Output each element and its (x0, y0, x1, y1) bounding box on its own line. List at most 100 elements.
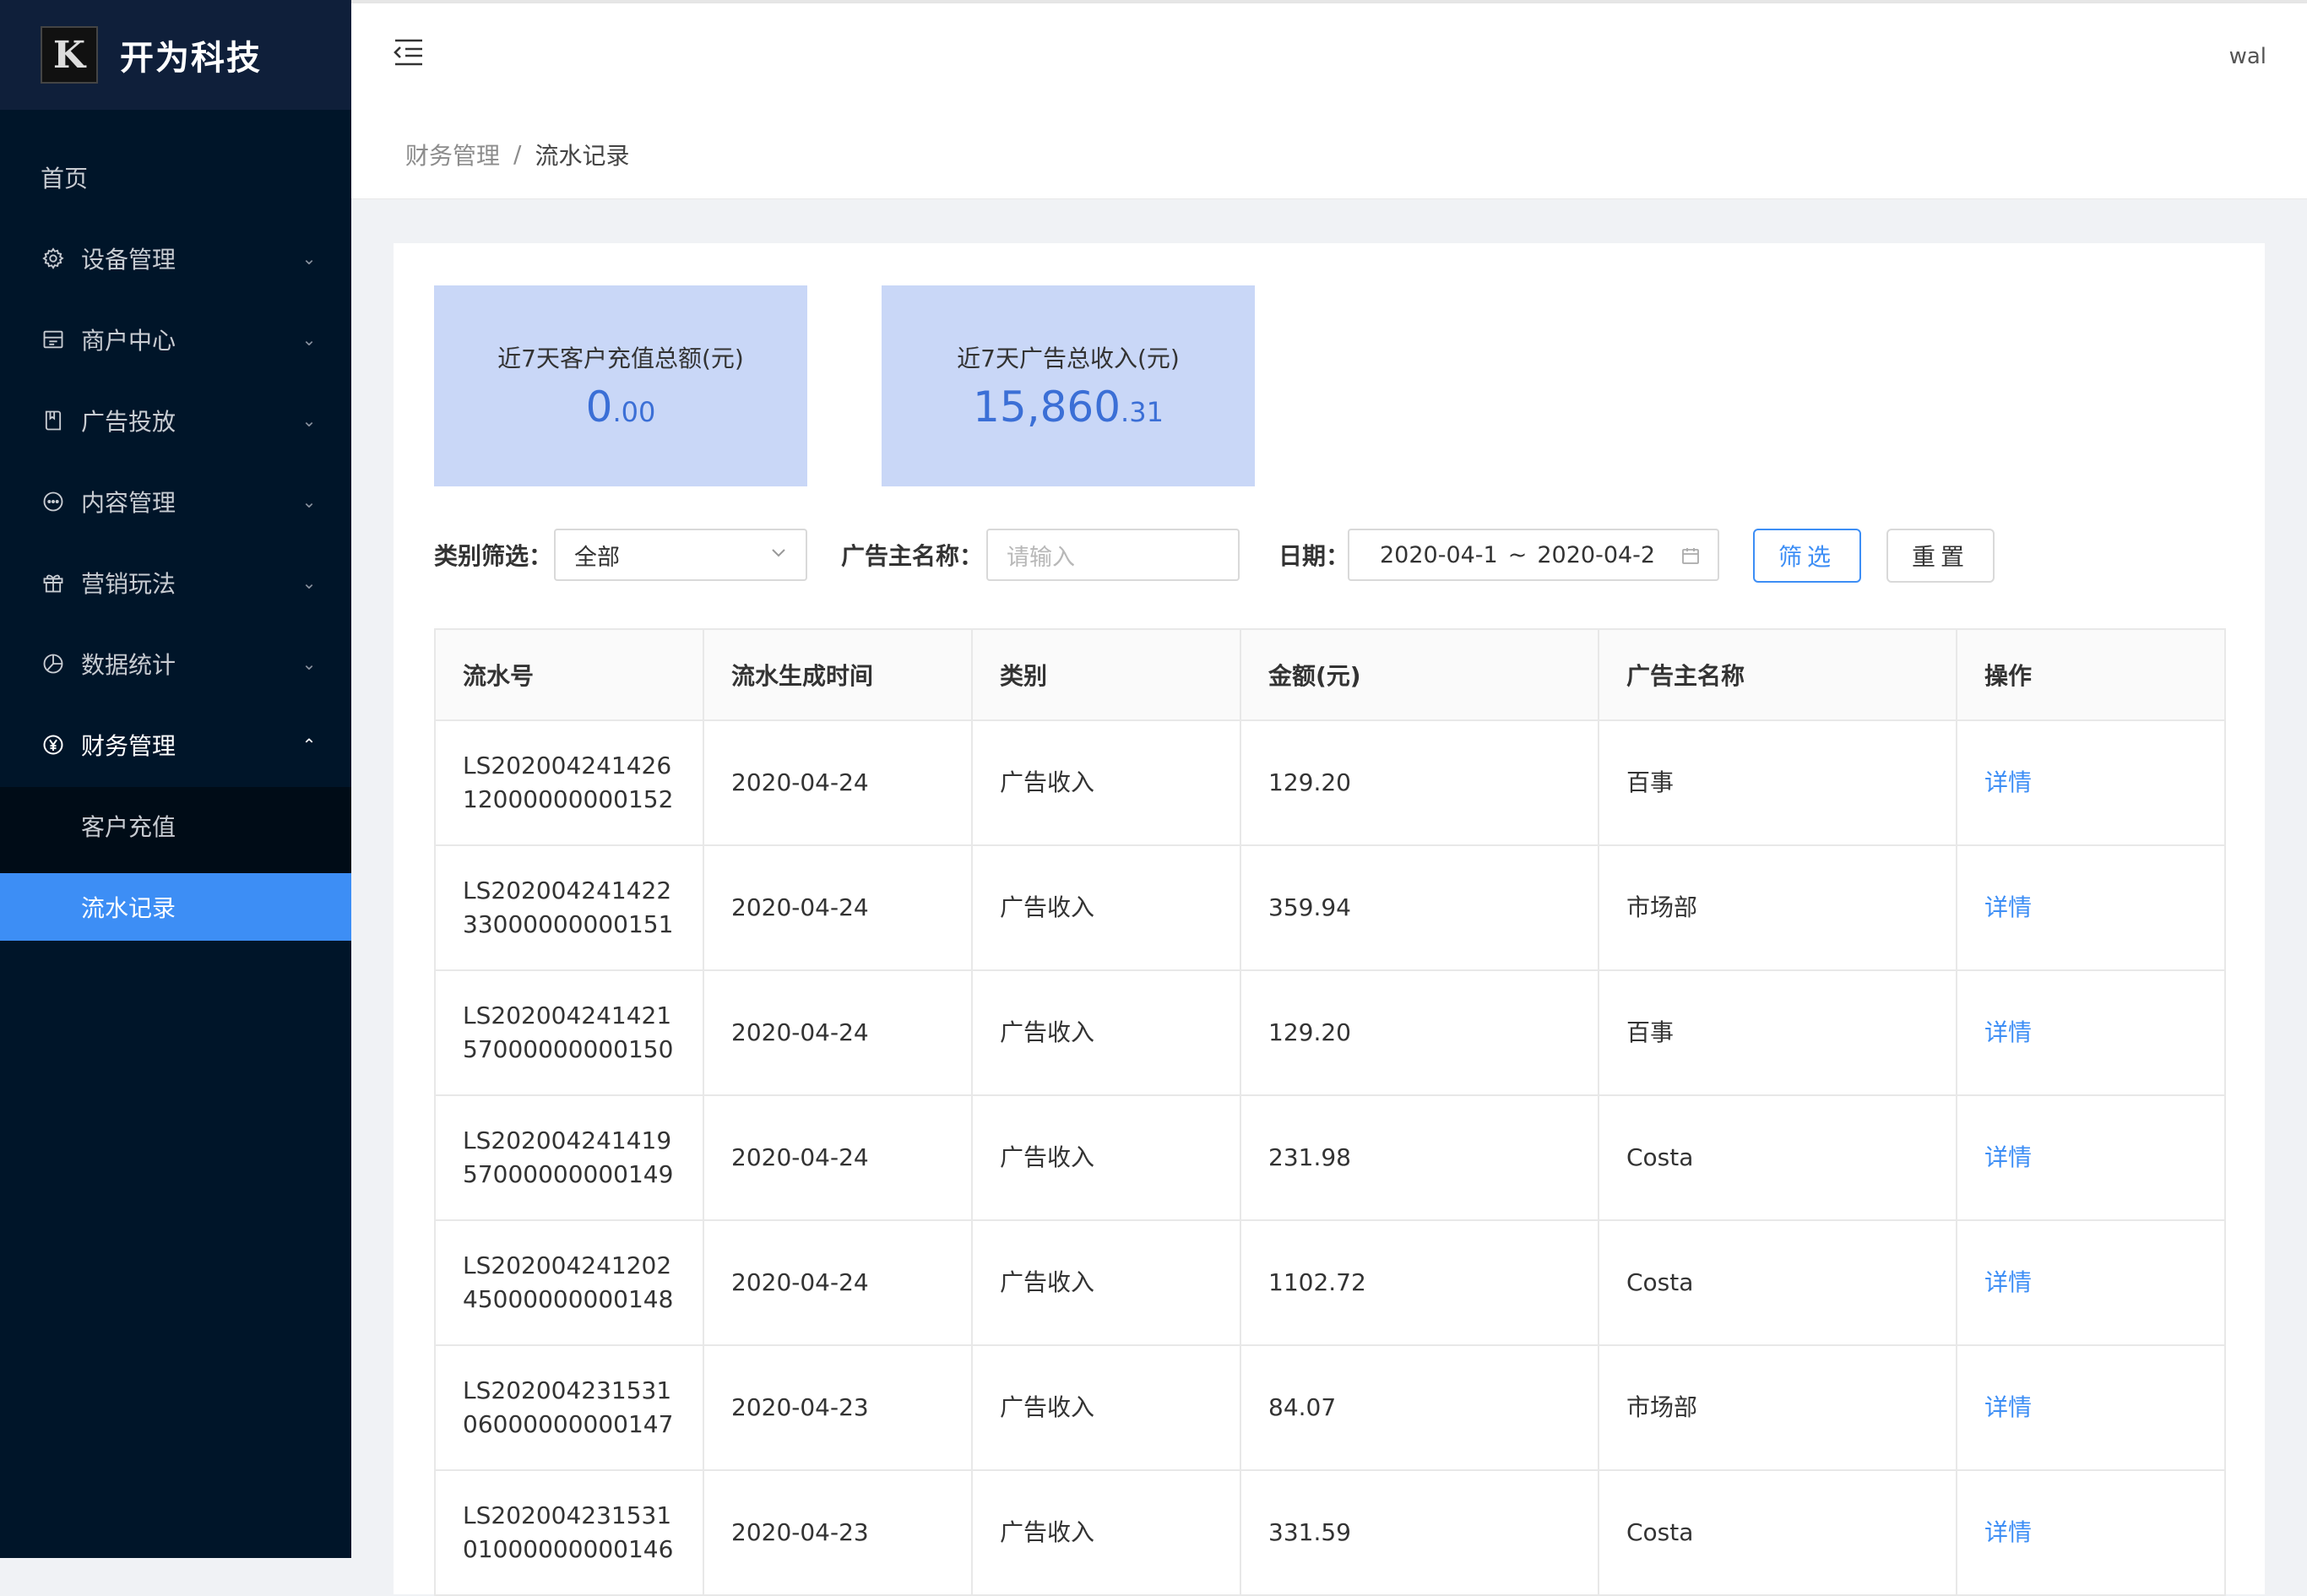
breadcrumb-current: 流水记录 (535, 141, 630, 170)
cell-time: 2020-04-24 (703, 1094, 973, 1221)
chevron-down-icon: ⌄ (301, 573, 317, 593)
table-header-row: 流水号 流水生成时间 类别 金额(元) 广告主名称 操作 (434, 628, 2226, 721)
sidebar-item-content[interactable]: 内容管理 ⌄ (0, 461, 351, 542)
col-header-amount: 金额(元) (1240, 628, 1599, 721)
serial-part: 57000000000149 (463, 1160, 674, 1188)
detail-link[interactable]: 详情 (1984, 1268, 2032, 1296)
sidebar-subitem-label: 客户充值 (81, 813, 176, 841)
detail-link[interactable]: 详情 (1984, 1518, 2032, 1546)
pie-chart-icon (41, 651, 66, 676)
cell-serial: LS202004231531 01000000000146 (434, 1469, 704, 1596)
sidebar-item-label: 广告投放 (81, 408, 176, 436)
advertiser-filter-label: 广告主名称： (841, 542, 984, 570)
detail-link[interactable]: 详情 (1984, 1393, 2032, 1421)
brand-name: 开为科技 (120, 39, 262, 78)
brand-logo: K (41, 26, 98, 84)
breadcrumb: 财务管理 / 流水记录 (351, 110, 2307, 199)
cell-amount: 231.98 (1240, 1094, 1599, 1221)
serial-part: 01000000000146 (463, 1535, 674, 1563)
stat-value: 0.00 (586, 383, 656, 432)
detail-link[interactable]: 详情 (1984, 768, 2032, 796)
cell-action: 详情 (1956, 1344, 2226, 1471)
serial-part: LS202004231531 (463, 1376, 672, 1404)
stat-title: 近7天广告总收入(元) (957, 345, 1180, 372)
sidebar-item-ads[interactable]: 广告投放 ⌄ (0, 380, 351, 461)
filter-button[interactable]: 筛选 (1753, 529, 1861, 583)
cell-amount: 84.07 (1240, 1344, 1599, 1471)
date-end: 2020-04-2 (1537, 541, 1656, 568)
serial-part: LS202004241426 (463, 752, 672, 779)
user-name[interactable]: wal (2229, 44, 2266, 69)
book-icon (41, 408, 66, 433)
sidebar-item-home[interactable]: 首页 (0, 137, 351, 218)
filter-bar: 类别筛选： 全部 广告主名称： 请输入 日期： 2020-04-1 ~ 2020… (434, 529, 2224, 584)
advertiser-input[interactable]: 请输入 (986, 529, 1240, 581)
serial-part: 57000000000150 (463, 1035, 674, 1063)
cell-advertiser: 百事 (1598, 719, 1957, 846)
chevron-down-icon (772, 549, 785, 557)
sidebar-item-label: 营销玩法 (81, 570, 176, 598)
chevron-down-icon: ⌄ (301, 654, 317, 674)
category-select-value: 全部 (574, 544, 620, 571)
stat-value: 15,860.31 (973, 383, 1164, 432)
cell-action: 详情 (1956, 844, 2226, 971)
detail-link[interactable]: 详情 (1984, 893, 2032, 921)
breadcrumb-parent[interactable]: 财务管理 (405, 138, 500, 171)
date-start: 2020-04-1 (1380, 541, 1498, 568)
chevron-down-icon: ⌄ (301, 248, 317, 269)
cell-type: 广告收入 (971, 1344, 1241, 1471)
date-separator: ~ (1507, 541, 1528, 568)
cell-type: 广告收入 (971, 1094, 1241, 1221)
serial-part: LS202004241421 (463, 1002, 672, 1029)
serial-part: 12000000000152 (463, 785, 674, 813)
cell-serial: LS202004241426 12000000000152 (434, 719, 704, 846)
menu-fold-icon[interactable] (392, 37, 426, 68)
date-range-picker[interactable]: 2020-04-1 ~ 2020-04-2 (1348, 529, 1719, 581)
sidebar-subitem-transactions[interactable]: 流水记录 (0, 873, 351, 941)
cell-amount: 129.20 (1240, 719, 1599, 846)
col-header-advertiser: 广告主名称 (1598, 628, 1957, 721)
detail-link[interactable]: 详情 (1984, 1018, 2032, 1046)
calendar-icon (1682, 548, 1699, 564)
serial-part: 06000000000147 (463, 1410, 674, 1438)
stat-card-ad-income: 近7天广告总收入(元) 15,860.31 (882, 285, 1255, 486)
chevron-down-icon: ⌄ (301, 410, 317, 431)
cell-action: 详情 (1956, 719, 2226, 846)
table-row: LS202004241202 45000000000148 2020-04-24 … (434, 1219, 2226, 1346)
table-row: LS202004231531 01000000000146 2020-04-23 … (434, 1469, 2226, 1596)
sidebar-item-marketing[interactable]: 营销玩法 ⌄ (0, 542, 351, 623)
sidebar-item-statistics[interactable]: 数据统计 ⌄ (0, 623, 351, 704)
category-select[interactable]: 全部 (554, 529, 807, 581)
stat-value-int: 15,860 (973, 383, 1121, 432)
sidebar-item-finance[interactable]: 财务管理 ⌃ (0, 704, 351, 785)
chat-icon (41, 489, 66, 514)
cell-amount: 359.94 (1240, 844, 1599, 971)
cell-time: 2020-04-23 (703, 1344, 973, 1471)
breadcrumb-separator: / (513, 140, 522, 168)
col-header-action: 操作 (1956, 628, 2226, 721)
cell-serial: LS202004241422 33000000000151 (434, 844, 704, 971)
sidebar-item-label: 数据统计 (81, 651, 176, 679)
chevron-up-icon: ⌃ (301, 735, 317, 755)
cell-type: 广告收入 (971, 1469, 1241, 1596)
cell-advertiser: 市场部 (1598, 1344, 1957, 1471)
cell-time: 2020-04-24 (703, 719, 973, 846)
detail-link[interactable]: 详情 (1984, 1143, 2032, 1171)
table-row: LS202004231531 06000000000147 2020-04-23 … (434, 1344, 2226, 1471)
category-filter-label: 类别筛选： (434, 542, 553, 570)
cell-advertiser: Costa (1598, 1094, 1957, 1221)
sidebar-item-merchant[interactable]: 商户中心 ⌄ (0, 299, 351, 380)
sidebar-item-device[interactable]: 设备管理 ⌄ (0, 218, 351, 299)
reset-button[interactable]: 重置 (1886, 529, 1995, 583)
gift-icon (41, 570, 66, 595)
cell-type: 广告收入 (971, 719, 1241, 846)
cell-action: 详情 (1956, 969, 2226, 1096)
date-filter-label: 日期： (1278, 542, 1350, 570)
filter-button-label: 筛选 (1778, 543, 1836, 571)
sidebar-subitem-label: 流水记录 (81, 894, 176, 922)
cell-serial: LS202004241202 45000000000148 (434, 1219, 704, 1346)
cell-amount: 331.59 (1240, 1469, 1599, 1596)
sidebar-subitem-recharge[interactable]: 客户充值 (0, 792, 351, 860)
stat-value-dec: .00 (612, 396, 656, 428)
transactions-table: 流水号 流水生成时间 类别 金额(元) 广告主名称 操作 LS202004241… (434, 628, 2226, 1596)
